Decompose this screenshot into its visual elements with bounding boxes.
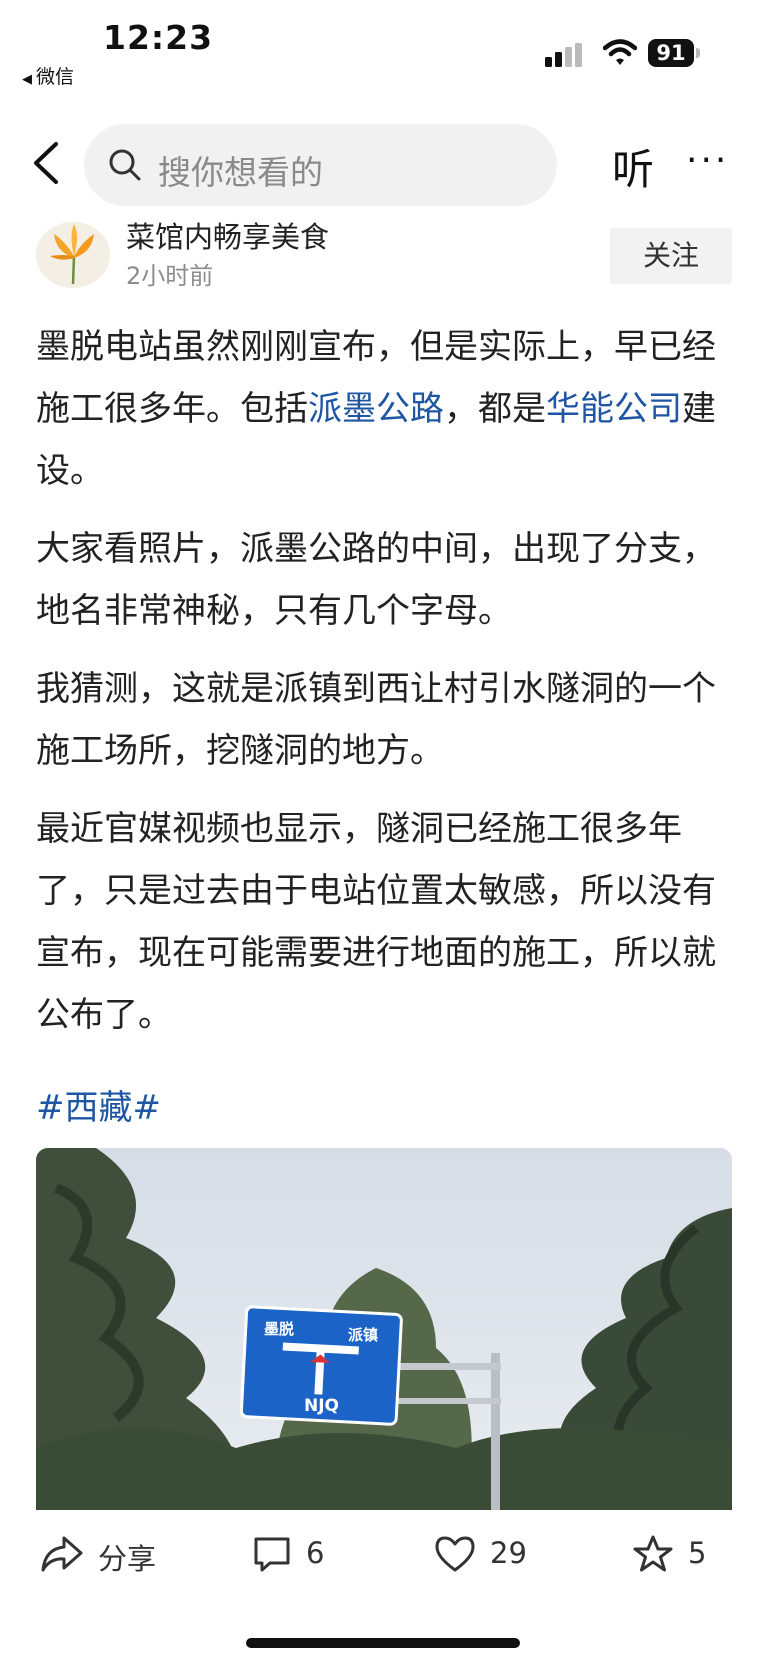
favorite-count: 5: [688, 1536, 707, 1570]
author-header: 菜馆内畅享美食 2小时前 关注: [0, 220, 768, 302]
favorite-button[interactable]: 5: [632, 1534, 722, 1578]
home-indicator[interactable]: [246, 1638, 520, 1648]
like-count: 29: [490, 1536, 527, 1570]
comment-icon: [254, 1537, 290, 1572]
topic-link-paimo-road[interactable]: 派墨公路: [308, 389, 444, 429]
bottom-action-bar: 分享 6 29 5: [0, 1520, 768, 1600]
back-to-app-link[interactable]: ◀ 微信: [22, 62, 74, 89]
back-arrow-icon[interactable]: [28, 138, 68, 188]
cellular-signal-icon: [545, 43, 582, 67]
search-input[interactable]: 搜你想看的: [84, 124, 557, 206]
like-button[interactable]: 29: [434, 1534, 544, 1578]
battery-level: 91: [648, 39, 694, 67]
avatar[interactable]: [36, 222, 110, 288]
paragraph: 大家看照片，派墨公路的中间，出现了分支，地名非常神秘，只有几个字母。: [36, 529, 716, 631]
comment-button[interactable]: 6: [252, 1534, 342, 1578]
wifi-icon: [603, 39, 637, 65]
status-time: 12:23: [103, 18, 214, 57]
author-name[interactable]: 菜馆内畅享美食: [126, 214, 329, 256]
topic-link-huaneng[interactable]: 华能公司: [546, 389, 682, 429]
paragraph: 我猜测，这就是派镇到西让村引水隧洞的一个施工场所，挖隧洞的地方。: [36, 669, 716, 771]
road-sign-photo: [36, 1148, 732, 1510]
text-span: ，都是: [444, 389, 546, 429]
follow-button[interactable]: 关注: [610, 228, 732, 284]
listen-button[interactable]: 听: [612, 136, 654, 197]
sign-text-bottom: NJQ: [304, 1396, 340, 1416]
share-button[interactable]: 分享: [40, 1534, 160, 1578]
heart-icon: [435, 1536, 475, 1572]
search-icon: [109, 149, 141, 181]
article-body: 墨脱电站虽然刚刚宣布，但是实际上，早已经施工很多年。包括派墨公路，都是华能公司建…: [36, 316, 736, 1062]
paragraph: 墨脱电站虽然刚刚宣布，但是实际上，早已经施工很多年。包括派墨公路，都是华能公司建…: [36, 316, 736, 502]
more-options-button[interactable]: ···: [686, 140, 729, 181]
back-app-label: 微信: [36, 66, 75, 88]
battery-icon: 91: [648, 39, 700, 67]
search-placeholder: 搜你想看的: [158, 153, 323, 192]
lily-flower-icon: [36, 222, 110, 288]
comment-count: 6: [306, 1536, 325, 1570]
hashtag-link[interactable]: #西藏#: [36, 1080, 161, 1129]
back-triangle-icon: ◀: [22, 72, 32, 87]
sign-text-left: 墨脱: [264, 1320, 295, 1338]
top-nav-bar: 搜你想看的 听 ···: [0, 118, 768, 210]
status-bar: 12:23 ◀ 微信 91: [0, 0, 768, 95]
share-label: 分享: [98, 1542, 157, 1576]
share-icon: [41, 1536, 83, 1572]
post-timestamp: 2小时前: [126, 262, 214, 290]
paragraph: 最近官媒视频也显示，隧洞已经施工很多年了，只是过去由于电站位置太敏感，所以没有宣…: [36, 809, 716, 1035]
post-photo[interactable]: 墨脱 派镇 NJQ: [36, 1148, 732, 1510]
sign-text-right: 派镇: [348, 1326, 379, 1344]
star-icon: [633, 1535, 673, 1572]
